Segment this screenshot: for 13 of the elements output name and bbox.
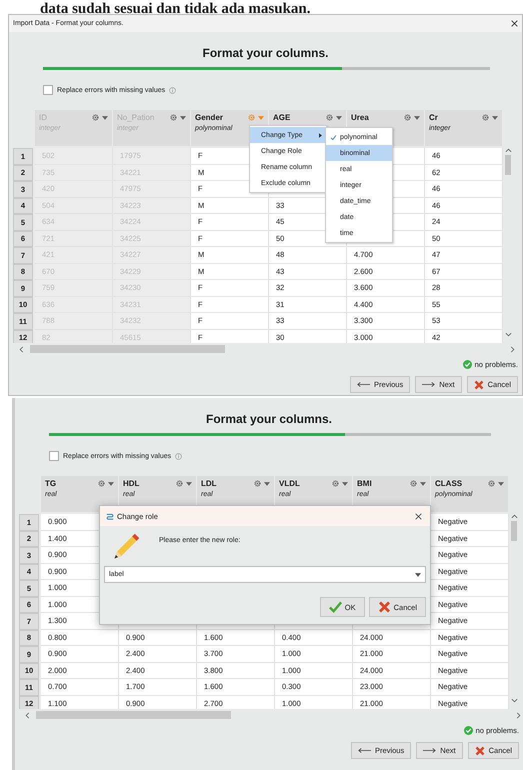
column-name: CLASS <box>435 479 464 488</box>
column-name: VLDL <box>279 479 301 488</box>
column-name: Urea <box>351 113 370 122</box>
column-name: HDL <box>123 479 140 488</box>
step-heading: Format your columns. <box>204 411 334 426</box>
step-heading: Format your columns. <box>201 45 330 60</box>
column-name: BMI <box>357 479 373 488</box>
column-name: TG <box>45 479 58 488</box>
column-name: LDL <box>201 479 218 488</box>
column-name: Gender <box>195 113 224 122</box>
column-name: AGE <box>273 113 292 122</box>
column-name: Cr <box>429 113 439 122</box>
caption-text: data sudah sesuai dan tidak ada masukan. <box>40 2 311 16</box>
